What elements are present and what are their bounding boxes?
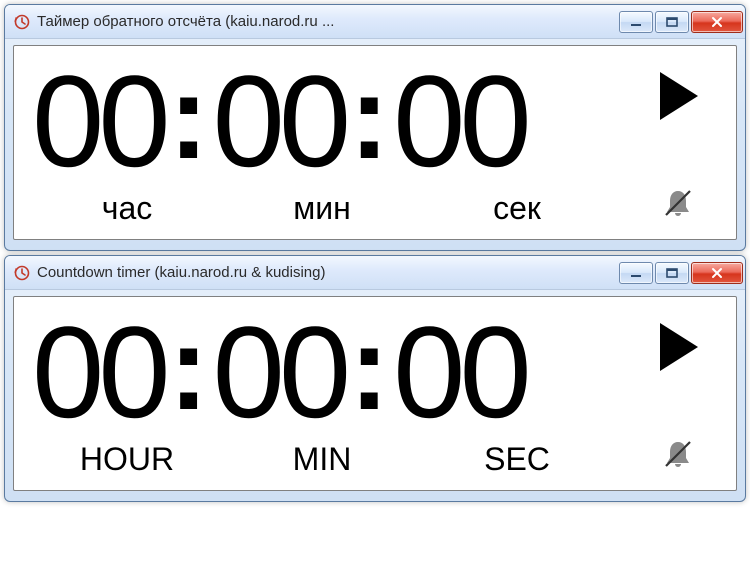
separator: : [345, 308, 393, 428]
maximize-button[interactable] [655, 11, 689, 33]
client-area: 00 : 00 : 00 час мин сек [13, 45, 737, 240]
digits-row: 00 : 00 : 00 [32, 56, 638, 186]
time-display: 00 : 00 : 00 HOUR MIN SEC [32, 307, 638, 478]
minimize-button[interactable] [619, 262, 653, 284]
seconds-value[interactable]: 00 [393, 56, 526, 186]
window-title: Countdown timer (kaiu.narod.ru & kudisin… [37, 264, 617, 281]
minutes-value[interactable]: 00 [213, 307, 346, 437]
digits-row: 00 : 00 : 00 [32, 307, 638, 437]
play-icon[interactable] [654, 319, 702, 375]
bell-muted-icon[interactable] [660, 436, 696, 472]
controls-column [638, 56, 718, 227]
hours-value[interactable]: 00 [32, 56, 165, 186]
maximize-button[interactable] [655, 262, 689, 284]
titlebar[interactable]: Countdown timer (kaiu.narod.ru & kudisin… [5, 256, 745, 290]
controls-column [638, 307, 718, 478]
client-area: 00 : 00 : 00 HOUR MIN SEC [13, 296, 737, 491]
countdown-window-ru: Таймер обратного отсчёта (kaiu.narod.ru … [4, 4, 746, 251]
hours-label: HOUR [32, 441, 222, 478]
bell-muted-icon[interactable] [660, 185, 696, 221]
separator: : [165, 57, 213, 177]
separator: : [165, 308, 213, 428]
labels-row: HOUR MIN SEC [32, 441, 638, 478]
minutes-label: MIN [222, 441, 422, 478]
separator: : [345, 57, 393, 177]
clock-history-icon [13, 13, 31, 31]
close-button[interactable] [691, 262, 743, 284]
close-button[interactable] [691, 11, 743, 33]
play-icon[interactable] [654, 68, 702, 124]
seconds-value[interactable]: 00 [393, 307, 526, 437]
window-title: Таймер обратного отсчёта (kaiu.narod.ru … [37, 13, 617, 30]
seconds-label: SEC [422, 441, 612, 478]
countdown-window-en: Countdown timer (kaiu.narod.ru & kudisin… [4, 255, 746, 502]
hours-label: час [32, 190, 222, 227]
window-controls [617, 262, 743, 284]
window-controls [617, 11, 743, 33]
minutes-value[interactable]: 00 [213, 56, 346, 186]
time-display: 00 : 00 : 00 час мин сек [32, 56, 638, 227]
hours-value[interactable]: 00 [32, 307, 165, 437]
minimize-button[interactable] [619, 11, 653, 33]
minutes-label: мин [222, 190, 422, 227]
seconds-label: сек [422, 190, 612, 227]
labels-row: час мин сек [32, 190, 638, 227]
titlebar[interactable]: Таймер обратного отсчёта (kaiu.narod.ru … [5, 5, 745, 39]
clock-history-icon [13, 264, 31, 282]
